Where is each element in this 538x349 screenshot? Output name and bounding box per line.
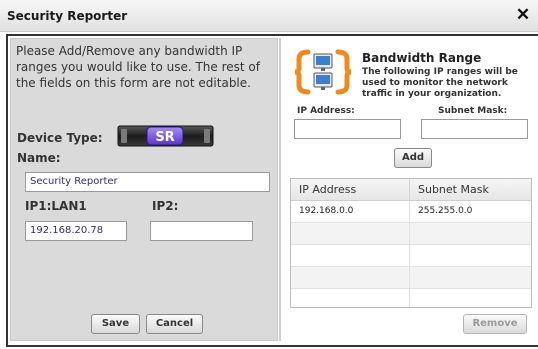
table-row[interactable] (291, 245, 531, 267)
dialog-titlebar[interactable]: Security Reporter ✕ (0, 0, 538, 32)
table-cell-mask (409, 245, 531, 266)
table-cell-ip (291, 223, 409, 244)
ip-range-grid: IP Address Subnet Mask 192.168.0.0 255.2… (290, 178, 532, 308)
table-cell-mask (409, 223, 531, 244)
column-header-subnet-mask[interactable]: Subnet Mask (409, 179, 531, 201)
table-row[interactable] (291, 223, 531, 245)
table-row[interactable] (291, 267, 531, 289)
table-cell-ip: 192.168.0.0 (299, 206, 354, 216)
device-type-label: Device Type: (17, 131, 103, 145)
table-cell-mask (409, 289, 531, 307)
column-header-ip-address[interactable]: IP Address (291, 179, 409, 201)
table-cell-ip (291, 289, 409, 307)
intro-text: Please Add/Remove any bandwidth IP range… (16, 44, 260, 90)
add-button[interactable]: Add (394, 148, 432, 168)
ip1-label: IP1:LAN1 (25, 199, 87, 213)
table-cell-mask (409, 267, 531, 288)
table-cell-ip (291, 245, 409, 266)
name-field[interactable]: Security Reporter (25, 172, 270, 192)
dialog-title: Security Reporter (7, 9, 128, 23)
table-cell-mask: 255.255.0.0 (409, 201, 531, 222)
cancel-button[interactable]: Cancel (146, 314, 203, 334)
device-badge-text: SR (155, 130, 174, 145)
name-label: Name: (17, 151, 61, 165)
ip1-field[interactable]: 192.168.20.78 (25, 221, 127, 241)
ip2-label: IP2: (152, 199, 179, 213)
subnet-mask-input[interactable] (421, 119, 528, 139)
table-row[interactable] (291, 289, 531, 307)
save-button[interactable]: Save (91, 314, 140, 334)
ip2-field[interactable] (150, 221, 253, 241)
table-cell-ip (291, 267, 409, 288)
server-appliance-icon: SR (117, 125, 214, 147)
bandwidth-range-description: The following IP ranges will be used to … (362, 67, 518, 99)
close-icon[interactable]: ✕ (514, 6, 532, 24)
bandwidth-range-title: Bandwidth Range (362, 51, 482, 65)
security-reporter-dialog: Security Reporter ✕ Please Add/Remove an… (0, 0, 538, 349)
ip-address-label: IP Address: (297, 106, 355, 116)
ip-address-input[interactable] (294, 119, 401, 139)
table-row[interactable]: 192.168.0.0 255.255.0.0 (291, 201, 531, 223)
network-range-icon (294, 49, 352, 95)
subnet-mask-label: Subnet Mask: (438, 106, 508, 116)
remove-button[interactable]: Remove (463, 314, 527, 334)
grid-header: IP Address Subnet Mask (291, 179, 531, 201)
